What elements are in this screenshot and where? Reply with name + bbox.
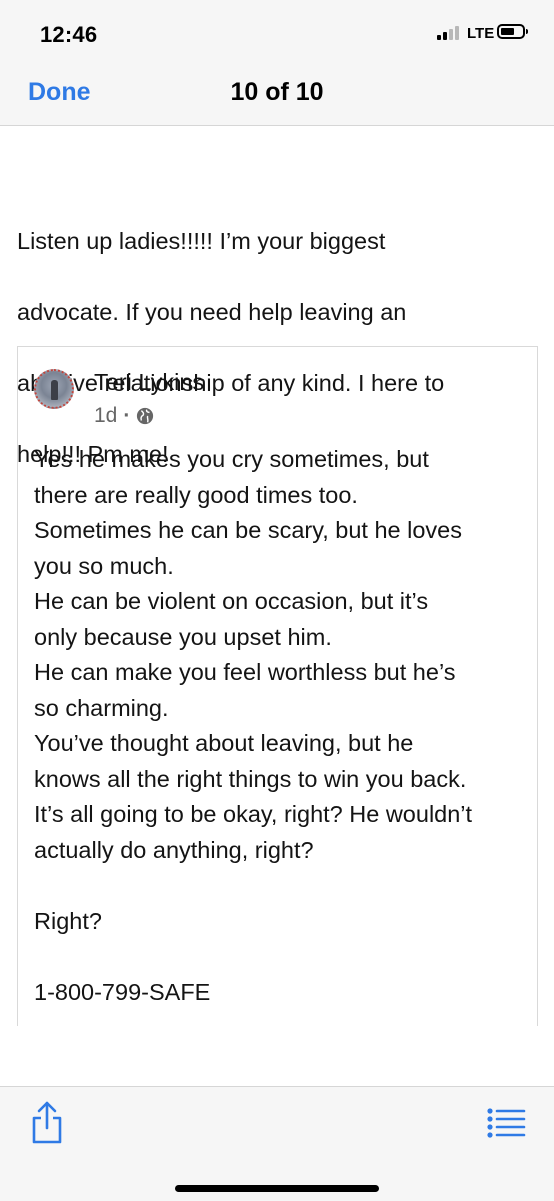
shared-post-text: Yes he makes you cry sometimes, but ther… [34,442,529,1010]
signal-strength-icon [437,26,461,40]
page-counter-title: 10 of 10 [230,78,324,106]
avatar[interactable] [34,369,74,409]
shared-text-line: actually do anything, right? [34,836,314,863]
navigation-bar: Done 10 of 10 [0,60,554,126]
post-text-line: advocate. If you need help leaving an [17,298,407,325]
author-name[interactable]: Teri Lykins [94,369,204,396]
bottom-toolbar [0,1086,554,1201]
post-text-line: Listen up ladies!!!!! I’m your biggest [17,227,386,254]
network-type: LTE [467,25,495,42]
shared-post-card[interactable]: Teri Lykins 1d · Yes he makes you cry so… [17,346,538,1026]
post-meta: 1d · [94,404,154,428]
shared-text-line: He can be violent on occasion, but it’s [34,588,429,614]
list-icon[interactable] [486,1107,526,1139]
shared-text-line [34,939,529,975]
shared-text-line: He can make you feel worthless but he’s [34,659,456,685]
shared-text-line: you so much. [34,552,174,579]
share-icon[interactable] [30,1101,64,1145]
post-content: Listen up ladies!!!!! I’m your biggest a… [0,126,554,1086]
globe-icon [137,407,154,425]
shared-text-line: so charming. [34,694,169,721]
shared-text-line: It’s all going to be okay, right? He wou… [34,801,473,827]
shared-text-line: You’ve thought about leaving, but he [34,730,414,756]
shared-text-line: there are really good times too. [34,481,358,508]
home-indicator[interactable] [175,1185,379,1192]
shared-text-line [34,868,529,904]
post-time: 1d [94,404,118,427]
shared-text-line: only because you upset him. [34,623,332,650]
shared-text-line: Sometimes he can be scary, but he loves [34,517,463,543]
shared-text-line: knows all the right things to win you ba… [34,765,467,792]
status-time: 12:46 [40,22,98,47]
hotline-number: 1-800-799-SAFE [34,978,211,1005]
status-bar: 12:46 LTE [0,0,554,60]
shared-text-line: Yes he makes you cry sometimes, but [34,446,429,472]
shared-text-line: Right? [34,907,102,934]
meta-separator: · [123,404,131,427]
battery-icon [497,24,528,39]
